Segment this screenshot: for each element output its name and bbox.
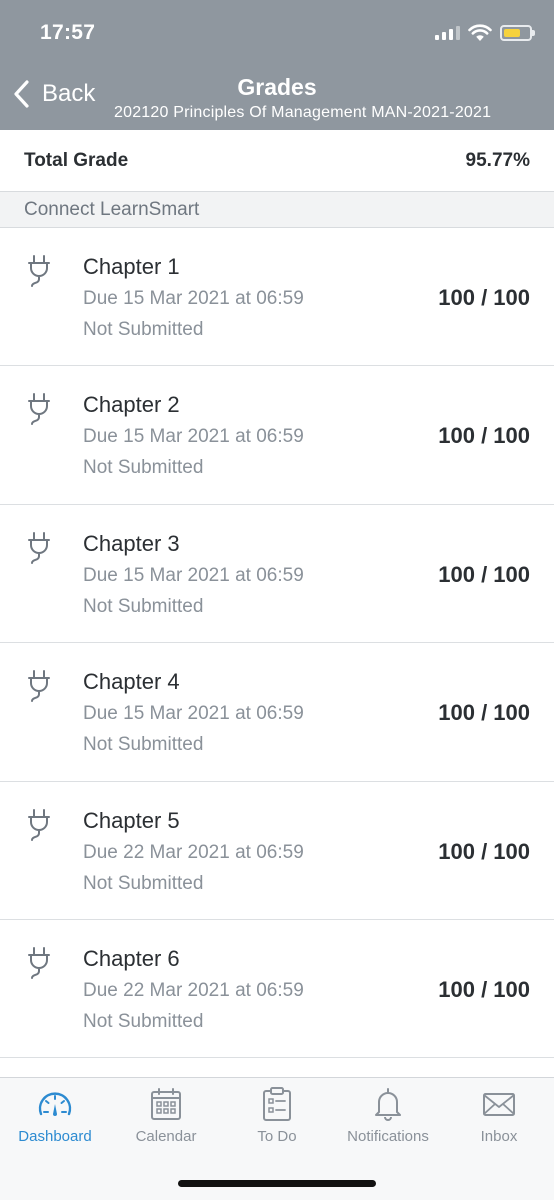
grade-item[interactable]: Chapter 1 Due 15 Mar 2021 at 06:59 Not S… <box>0 228 554 367</box>
item-score: 100 / 100 <box>438 838 530 864</box>
item-status: Not Submitted <box>83 457 204 479</box>
plug-icon <box>28 255 50 287</box>
item-score: 100 / 100 <box>438 976 530 1002</box>
status-icons <box>435 22 535 44</box>
item-score: 100 / 100 <box>438 285 530 310</box>
item-due-date: Due 22 Mar 2021 at 06:59 <box>83 979 304 1001</box>
calendar-icon <box>151 1088 181 1120</box>
plug-icon <box>28 946 50 979</box>
total-grade-label: Total Grade <box>24 149 129 171</box>
tab-notifications[interactable]: Notifications <box>333 1086 443 1145</box>
course-subtitle: 202120 Principles Of Management MAN-2021… <box>114 104 492 121</box>
plug-icon <box>28 808 50 841</box>
grade-item[interactable]: Chapter 5 Due 22 Mar 2021 at 06:59 Not S… <box>0 782 554 920</box>
status-time: 17:57 <box>40 21 96 44</box>
tab-todo[interactable]: To Do <box>222 1086 332 1145</box>
bell-icon <box>375 1088 401 1121</box>
item-status: Not Submitted <box>83 734 204 756</box>
plug-icon <box>28 531 50 564</box>
item-due-date: Due 15 Mar 2021 at 06:59 <box>83 426 304 448</box>
plug-icon <box>28 393 50 426</box>
item-status: Not Submitted <box>83 319 204 340</box>
item-due-date: Due 22 Mar 2021 at 06:59 <box>83 841 304 863</box>
grade-item[interactable]: Chapter 2 Due 15 Mar 2021 at 06:59 Not S… <box>0 366 554 505</box>
item-score: 100 / 100 <box>438 700 530 726</box>
grade-item[interactable]: Chapter 4 Due 15 Mar 2021 at 06:59 Not S… <box>0 643 554 782</box>
tab-label: Notifications <box>347 1128 429 1145</box>
item-title: Chapter 3 <box>83 530 180 556</box>
grade-item[interactable]: Chapter 6 Due 22 Mar 2021 at 06:59 Not S… <box>0 920 554 1059</box>
nav-header: 17:57 Back Grades 202120 Principles Of M… <box>0 0 554 130</box>
cellular-signal-icon <box>435 26 460 40</box>
grade-item[interactable]: Chapter 3 Due 15 Mar 2021 at 06:59 Not S… <box>0 505 554 644</box>
battery-icon <box>500 25 535 41</box>
envelope-icon <box>483 1093 515 1116</box>
item-title: Chapter 5 <box>83 807 180 833</box>
todo-clipboard-icon <box>263 1087 291 1121</box>
item-due-date: Due 15 Mar 2021 at 06:59 <box>83 288 304 309</box>
tab-label: To Do <box>257 1128 297 1145</box>
item-due-date: Due 15 Mar 2021 at 06:59 <box>83 703 304 725</box>
tab-dashboard[interactable]: Dashboard <box>0 1086 110 1145</box>
tab-label: Dashboard <box>18 1128 92 1145</box>
item-title: Chapter 6 <box>83 945 180 971</box>
item-status: Not Submitted <box>83 872 204 894</box>
tab-label: Inbox <box>480 1128 518 1145</box>
item-status: Not Submitted <box>83 1010 204 1032</box>
total-grade-row: Total Grade 95.77% <box>0 130 554 192</box>
home-indicator[interactable] <box>178 1180 376 1187</box>
item-title: Chapter 1 <box>83 254 180 279</box>
wifi-icon <box>468 24 492 41</box>
plug-icon <box>28 670 50 703</box>
item-title: Chapter 2 <box>83 392 180 418</box>
dashboard-gauge-icon <box>38 1092 72 1116</box>
grades-list: Chapter 1 Due 15 Mar 2021 at 06:59 Not S… <box>0 228 554 1059</box>
item-due-date: Due 15 Mar 2021 at 06:59 <box>83 564 304 586</box>
item-score: 100 / 100 <box>438 561 530 587</box>
item-status: Not Submitted <box>83 595 204 617</box>
tab-label: Calendar <box>135 1128 197 1145</box>
total-grade-value: 95.77% <box>465 149 530 171</box>
item-title: Chapter 4 <box>83 669 180 695</box>
section-header: Connect LearnSmart <box>0 192 554 228</box>
page-title: Grades <box>237 74 317 100</box>
tab-inbox[interactable]: Inbox <box>444 1086 554 1145</box>
tab-calendar[interactable]: Calendar <box>111 1086 221 1145</box>
item-score: 100 / 100 <box>438 423 530 449</box>
